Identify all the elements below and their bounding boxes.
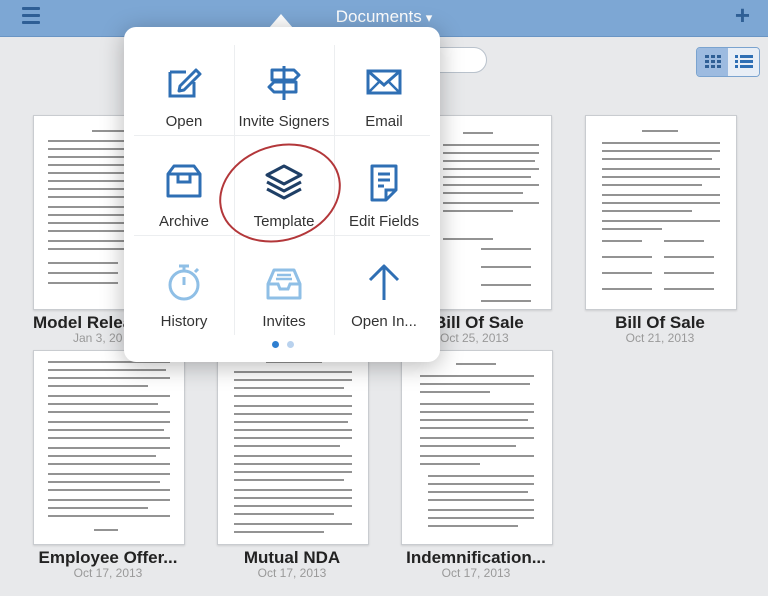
history-action-button[interactable]: History — [134, 247, 234, 347]
document-date: Oct 17, 2013 — [441, 566, 511, 580]
document-name: Employee Offer... — [38, 548, 178, 567]
document-date: Oct 17, 2013 — [73, 566, 143, 580]
open-in-action-button[interactable]: Open In... — [334, 247, 434, 347]
inbox-tray-icon — [266, 268, 302, 300]
list-view-icon[interactable] — [728, 48, 759, 76]
document-fields-icon — [370, 164, 398, 202]
document-thumbnail[interactable] — [33, 350, 185, 545]
archive-box-icon — [166, 164, 202, 198]
arrow-up-icon — [368, 264, 400, 300]
document-actions-popover: Open Invite Signers Email Archive Templa… — [124, 27, 440, 362]
document-name: Indemnification... — [406, 548, 546, 567]
view-toggle — [696, 47, 760, 77]
documents-title: Documents — [335, 7, 422, 26]
invite-signers-action-button[interactable]: Invite Signers — [234, 47, 334, 147]
chevron-down-icon: ▾ — [425, 10, 433, 25]
edit-fields-action-button[interactable]: Edit Fields — [334, 147, 434, 247]
invites-action-button[interactable]: Invites — [234, 247, 334, 347]
email-action-label: Email — [365, 113, 403, 130]
email-action-button[interactable]: Email — [334, 47, 434, 147]
document-date: Oct 17, 2013 — [257, 566, 327, 580]
template-action-button[interactable]: Template — [234, 147, 334, 247]
open-action-button[interactable]: Open — [134, 47, 234, 147]
envelope-icon — [366, 69, 402, 95]
document-name: Bill Of Sale — [615, 313, 705, 332]
open-in-action-label: Open In... — [351, 313, 417, 330]
page-indicator-dot-active — [272, 341, 279, 348]
popover-arrow — [269, 14, 293, 28]
stopwatch-icon — [168, 264, 200, 301]
document-date: Oct 25, 2013 — [440, 331, 509, 345]
document-date: Oct 21, 2013 — [625, 331, 695, 345]
signpost-icon — [267, 66, 301, 100]
pencil-icon — [168, 68, 202, 98]
document-thumbnail[interactable] — [401, 350, 553, 545]
grid-view-icon[interactable] — [697, 48, 728, 76]
documents-title-dropdown[interactable]: Documents ▾ — [0, 7, 768, 27]
document-name: Mutual NDA — [243, 548, 341, 567]
document-name: Bill Of Sale — [434, 313, 524, 332]
add-document-button[interactable]: + — [735, 2, 750, 28]
layers-icon — [265, 164, 303, 200]
document-thumbnail[interactable] — [585, 115, 737, 310]
archive-action-button[interactable]: Archive — [134, 147, 234, 247]
edit-fields-action-label: Edit Fields — [348, 213, 420, 230]
page-indicator-dot — [287, 341, 294, 348]
document-thumbnail[interactable] — [217, 350, 369, 545]
